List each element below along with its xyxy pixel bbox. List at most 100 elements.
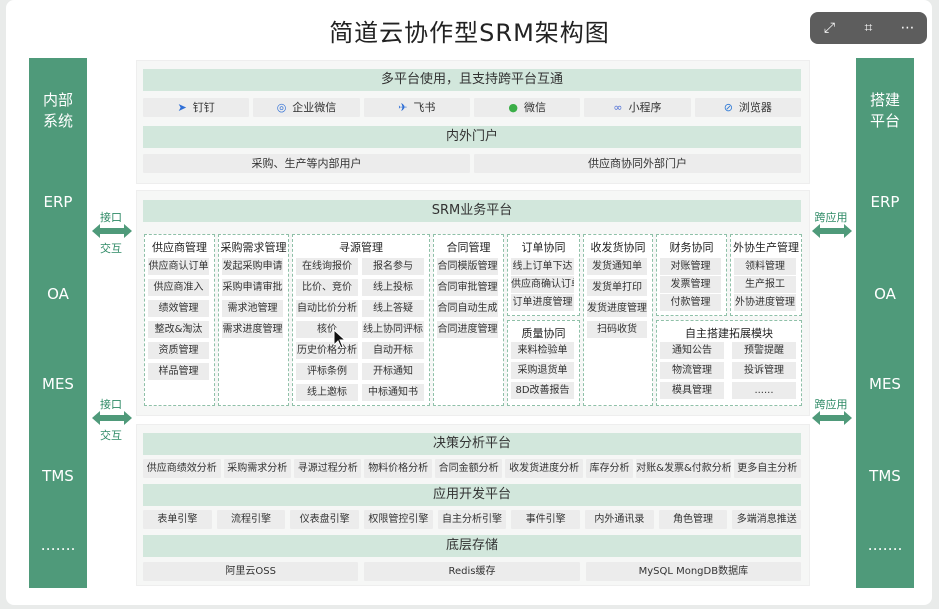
order-item: 线上订单下达 xyxy=(511,258,574,275)
sourcing-item: 核价 xyxy=(296,321,358,338)
platform-label: 飞书 xyxy=(413,101,436,114)
left-panel-item: ERP xyxy=(43,193,73,211)
outsource-item: 领料管理 xyxy=(734,258,796,275)
purchase-req-item: 采购申请审批 xyxy=(222,279,283,296)
extension-item: 投诉管理 xyxy=(732,362,796,379)
quality-item: 来料检验单 xyxy=(511,342,574,359)
supplier-item: 样品管理 xyxy=(148,363,209,380)
viewer-toolbar: ⤢ ⌗ ⋯ xyxy=(810,12,927,44)
decision-item: 物料价格分析 xyxy=(364,459,432,478)
decision-item: 供应商绩效分析 xyxy=(143,459,221,478)
quality-item: 采购退货单 xyxy=(511,362,574,379)
more-icon[interactable]: ⋯ xyxy=(895,20,921,36)
wechat-icon: ● xyxy=(508,101,518,114)
left-panel-item: TMS xyxy=(42,467,74,485)
platform-label: 浏览器 xyxy=(738,101,772,114)
platform-chip-miniprogram: ∞ 小程序 xyxy=(584,98,691,117)
supplier-item: 绩效管理 xyxy=(148,300,209,317)
supplier-item: 资质管理 xyxy=(148,342,209,359)
left-panel-item: OA xyxy=(47,285,69,303)
order-item: 订单进度管理 xyxy=(511,294,574,311)
right-panel-item: ……. xyxy=(867,536,903,554)
order-item: 供应商确认订单 xyxy=(511,276,574,293)
feishu-icon: ✈ xyxy=(398,101,408,114)
platform-label: 小程序 xyxy=(628,101,662,114)
platform-label: 企业微信 xyxy=(292,101,337,114)
srm-header: SRM业务平台 xyxy=(143,200,801,222)
appdev-item: 多端消息推送 xyxy=(732,510,802,529)
platform-label: 微信 xyxy=(523,101,546,114)
right-panel-title-line1: 搭建 xyxy=(869,91,900,109)
extension-item: 通知公告 xyxy=(660,342,724,359)
sourcing-item: 线上协同评标 xyxy=(362,321,424,338)
decision-item: 寻源过程分析 xyxy=(294,459,362,478)
left-panel-internal-systems: 内部 系统 ERP OA MES TMS ……. xyxy=(29,58,87,588)
appdev-item: 角色管理 xyxy=(658,510,728,529)
diagram-title: 简道云协作型SRM架构图 xyxy=(329,19,610,47)
order-collaboration-title: 订单协同 xyxy=(521,241,566,254)
platform-list: ➤ 钉钉 ◎ 企业微信 ✈ 飞书 ● 微信 ∞ 小程序 ⊘ 浏览器 xyxy=(143,98,801,117)
dingtalk-icon: ➤ xyxy=(177,101,187,114)
right-top-double-arrow-icon xyxy=(812,224,852,238)
delivery-item: 扫码收货 xyxy=(587,321,647,338)
purchase-req-item: 发起采购申请 xyxy=(222,258,283,275)
finance-item: 对账管理 xyxy=(660,258,721,275)
right-bottom-double-arrow-icon xyxy=(812,411,852,425)
contract-item: 合同审批管理 xyxy=(437,279,498,296)
outsource-item: 生产报工 xyxy=(734,276,796,293)
delivery-collaboration-title: 收发货协同 xyxy=(590,241,646,254)
outsource-production-title: 外协生产管理 xyxy=(733,241,799,254)
appdev-item: 内外通讯录 xyxy=(585,510,654,529)
decision-analysis-list: 供应商绩效分析 采购需求分析 寻源过程分析 物料价格分析 合同金额分析 收发货进… xyxy=(143,459,802,478)
sourcing-item: 在线询报价 xyxy=(296,258,358,275)
storage-item: 阿里云OSS xyxy=(143,562,359,581)
left-panel-title-line2: 系统 xyxy=(42,112,73,130)
decision-item: 更多自主分析 xyxy=(733,459,802,478)
finance-item: 发票管理 xyxy=(660,276,721,293)
portal-list: 采购、生产等内部用户 供应商协同外部门户 xyxy=(143,154,801,173)
purchase-requirement-title: 采购需求管理 xyxy=(220,241,287,254)
app-dev-list: 表单引擎 流程引擎 仪表盘引擎 权限管控引擎 自主分析引擎 事件引擎 内外通讯录… xyxy=(143,510,802,529)
scan-text-icon[interactable]: ⌗ xyxy=(856,20,882,36)
delivery-item: 发货单打印 xyxy=(587,279,647,296)
wecom-icon: ◎ xyxy=(276,101,287,114)
supplier-item: 供应商认订单 xyxy=(148,258,209,275)
platform-chip-dingtalk: ➤ 钉钉 xyxy=(143,98,250,117)
left-panel-item: ……. xyxy=(40,536,76,554)
appdev-item: 仪表盘引擎 xyxy=(290,510,360,529)
purchase-req-item: 需求池管理 xyxy=(222,300,283,317)
sourcing-item: 评标条例 xyxy=(296,363,358,380)
storage-item: MySQL MongDB数据库 xyxy=(585,562,801,581)
decision-item: 对账&发票&付款分析 xyxy=(636,459,731,478)
delivery-item: 发货通知单 xyxy=(587,258,647,275)
expand-icon[interactable]: ⤢ xyxy=(817,20,843,36)
right-panel-title-line2: 平台 xyxy=(869,112,900,130)
supplier-management-title: 供应商管理 xyxy=(152,241,207,254)
portal-header: 内外门户 xyxy=(143,126,801,148)
storage-item: Redis缓存 xyxy=(364,562,580,581)
quality-item: 8D改善报告 xyxy=(511,382,574,399)
extension-item: ...... xyxy=(732,382,796,399)
finance-collaboration-title: 财务协同 xyxy=(669,241,714,254)
contract-item: 合同模版管理 xyxy=(437,258,498,275)
platform-label: 钉钉 xyxy=(192,101,215,114)
appdev-item: 流程引擎 xyxy=(216,510,286,529)
left-bottom-double-arrow-icon xyxy=(92,411,132,425)
self-build-extension-title: 自主搭建拓展模块 xyxy=(685,327,773,340)
sourcing-item: 中标通知书 xyxy=(362,384,424,401)
sourcing-item: 开标通知 xyxy=(362,363,424,380)
platform-chip-browser: ⊘ 浏览器 xyxy=(694,98,801,117)
decision-analysis-header: 决策分析平台 xyxy=(143,433,801,455)
contract-item: 合同自动生成 xyxy=(437,300,498,317)
sourcing-item: 报名参与 xyxy=(362,258,424,275)
platform-chip-wechat: ● 微信 xyxy=(473,98,581,117)
appdev-item: 表单引擎 xyxy=(143,510,212,529)
extension-item: 预警提醒 xyxy=(732,342,796,359)
platform-chip-feishu: ✈ 飞书 xyxy=(363,98,470,117)
sourcing-item: 自动比价分析 xyxy=(296,300,358,317)
decision-item: 合同金额分析 xyxy=(434,459,503,478)
decision-item: 采购需求分析 xyxy=(223,459,292,478)
purchase-req-item: 需求进度管理 xyxy=(222,321,283,338)
contract-item: 合同进度管理 xyxy=(437,321,498,338)
sourcing-management-title: 寻源管理 xyxy=(339,241,383,254)
